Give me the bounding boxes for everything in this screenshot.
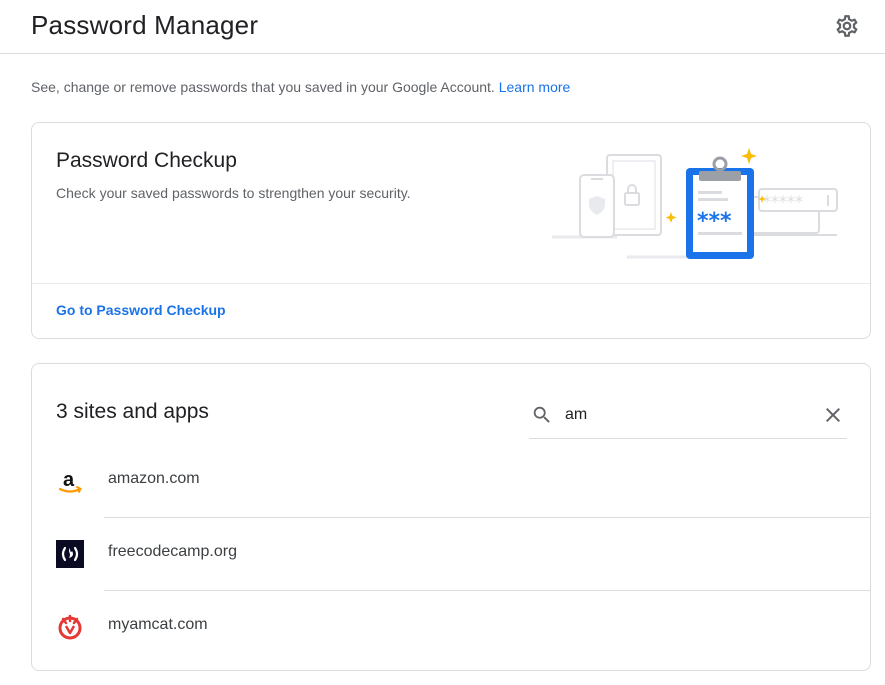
intro-description: See, change or remove passwords that you… (31, 79, 495, 95)
password-list-item[interactable]: a amazon.com (32, 444, 870, 517)
checkup-title: Password Checkup (56, 149, 237, 172)
password-list-item[interactable]: myamcat.com (32, 590, 870, 663)
checkup-description: Check your saved passwords to strengthen… (56, 185, 411, 201)
search-input[interactable] (565, 402, 805, 428)
checkup-illustration: ***** *** (552, 148, 838, 259)
page-title: Password Manager (31, 10, 259, 40)
search-bar (529, 392, 847, 439)
saved-passwords-card: 3 sites and apps a amazon.com freecodeca… (31, 363, 871, 671)
learn-more-link[interactable]: Learn more (499, 79, 571, 95)
clipboard-asterisks: *** (697, 209, 732, 234)
svg-text:a: a (63, 469, 75, 491)
site-name: myamcat.com (108, 616, 208, 633)
password-list-item[interactable]: freecodecamp.org (32, 517, 870, 590)
gear-icon[interactable] (834, 13, 860, 39)
search-icon (533, 406, 550, 423)
go-to-checkup-link[interactable]: Go to Password Checkup (56, 302, 226, 318)
checkup-divider (32, 283, 870, 284)
close-icon[interactable] (821, 403, 845, 427)
sites-count-title: 3 sites and apps (56, 400, 209, 423)
myamcat-icon (58, 614, 82, 640)
intro-text: See, change or remove passwords that you… (31, 79, 570, 95)
amazon-icon: a (58, 469, 82, 493)
top-bar: Password Manager (0, 0, 885, 54)
site-name: freecodecamp.org (108, 543, 237, 560)
freecodecamp-icon (56, 540, 84, 568)
password-checkup-card: Password Checkup Check your saved passwo… (31, 122, 871, 339)
site-name: amazon.com (108, 470, 200, 487)
svg-text:*****: ***** (763, 192, 803, 211)
